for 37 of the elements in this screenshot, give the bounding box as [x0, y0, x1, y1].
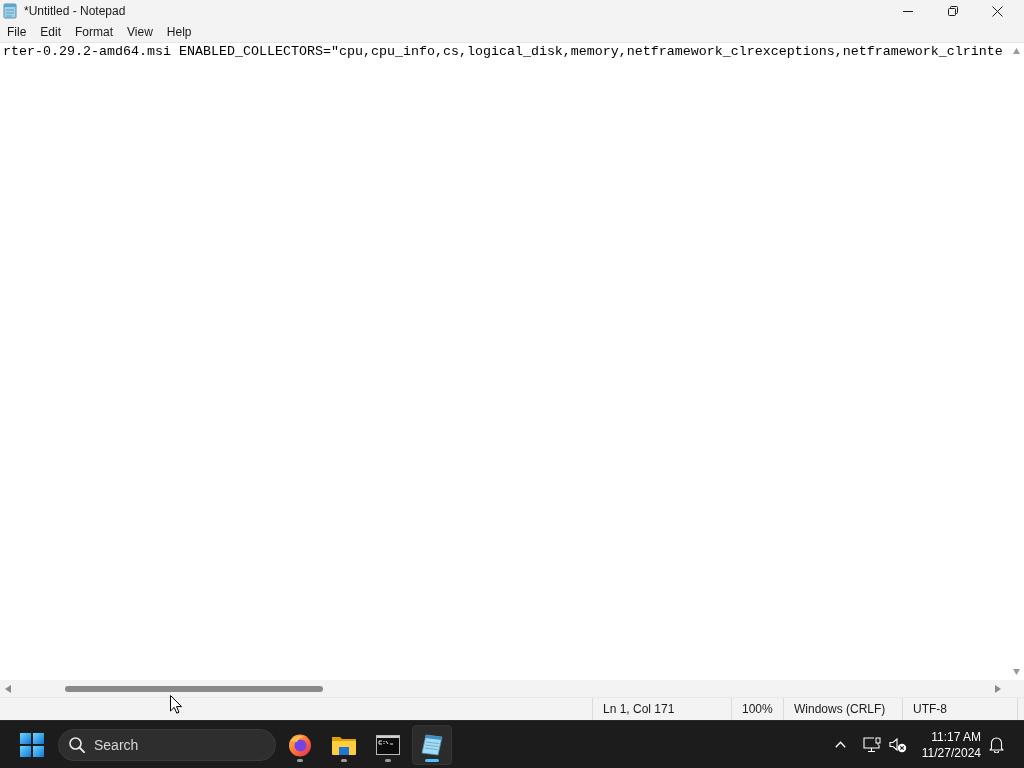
- status-text: UTF-8: [913, 702, 947, 716]
- indicator-bar-icon: [341, 758, 347, 762]
- network-icon[interactable]: [862, 736, 881, 753]
- menu-item[interactable]: File: [0, 23, 34, 41]
- clock-time[interactable]: 11:17 AM: [931, 729, 981, 744]
- status-text: Windows (CRLF): [794, 702, 886, 716]
- indicator-bar-icon: [297, 758, 303, 762]
- status-text: Ln 1, Col 171: [603, 702, 675, 716]
- search-button[interactable]: Search: [58, 728, 276, 761]
- browser-icon: [288, 732, 312, 757]
- terminal-icon: [376, 734, 400, 755]
- chevron-up-icon: [835, 741, 847, 748]
- indicator-bar-icon: [425, 758, 439, 762]
- scroll-right-icon[interactable]: [995, 684, 1001, 693]
- status-text: 100%: [742, 702, 773, 716]
- menu-item[interactable]: View: [120, 23, 160, 41]
- search-icon: [69, 736, 85, 753]
- scroll-down-icon[interactable]: [1012, 669, 1020, 675]
- scroll-left-icon[interactable]: [5, 684, 11, 693]
- menu-item[interactable]: Edit: [33, 23, 69, 41]
- taskbar-app-button[interactable]: [412, 724, 452, 765]
- scroll-up-icon[interactable]: [1012, 48, 1020, 54]
- menu-item[interactable]: Format: [68, 23, 121, 41]
- close-icon: [992, 5, 1003, 17]
- window-title: *Untitled - Notepad: [24, 4, 126, 18]
- volume-muted-icon[interactable]: [888, 736, 907, 753]
- clock-date[interactable]: 11/27/2024: [921, 745, 981, 760]
- windows-logo-icon: [20, 732, 44, 757]
- indicator-bar-icon: [385, 758, 391, 762]
- menu-item[interactable]: Help: [159, 23, 199, 41]
- text-editor[interactable]: rter-0.29.2-amd64.msi ENABLED_COLLECTORS="cpu,cpu_info,cs,logical_disk,memory,netframework_clrexceptions,netframework_clrinte: [0, 43, 1008, 680]
- scrollbar-thumb[interactable]: [65, 685, 323, 692]
- notepad-icon: [3, 3, 17, 19]
- minimize-icon: [902, 10, 913, 12]
- restore-icon: [947, 6, 958, 16]
- notepad-icon: [420, 732, 444, 757]
- bell-icon: [988, 736, 1004, 753]
